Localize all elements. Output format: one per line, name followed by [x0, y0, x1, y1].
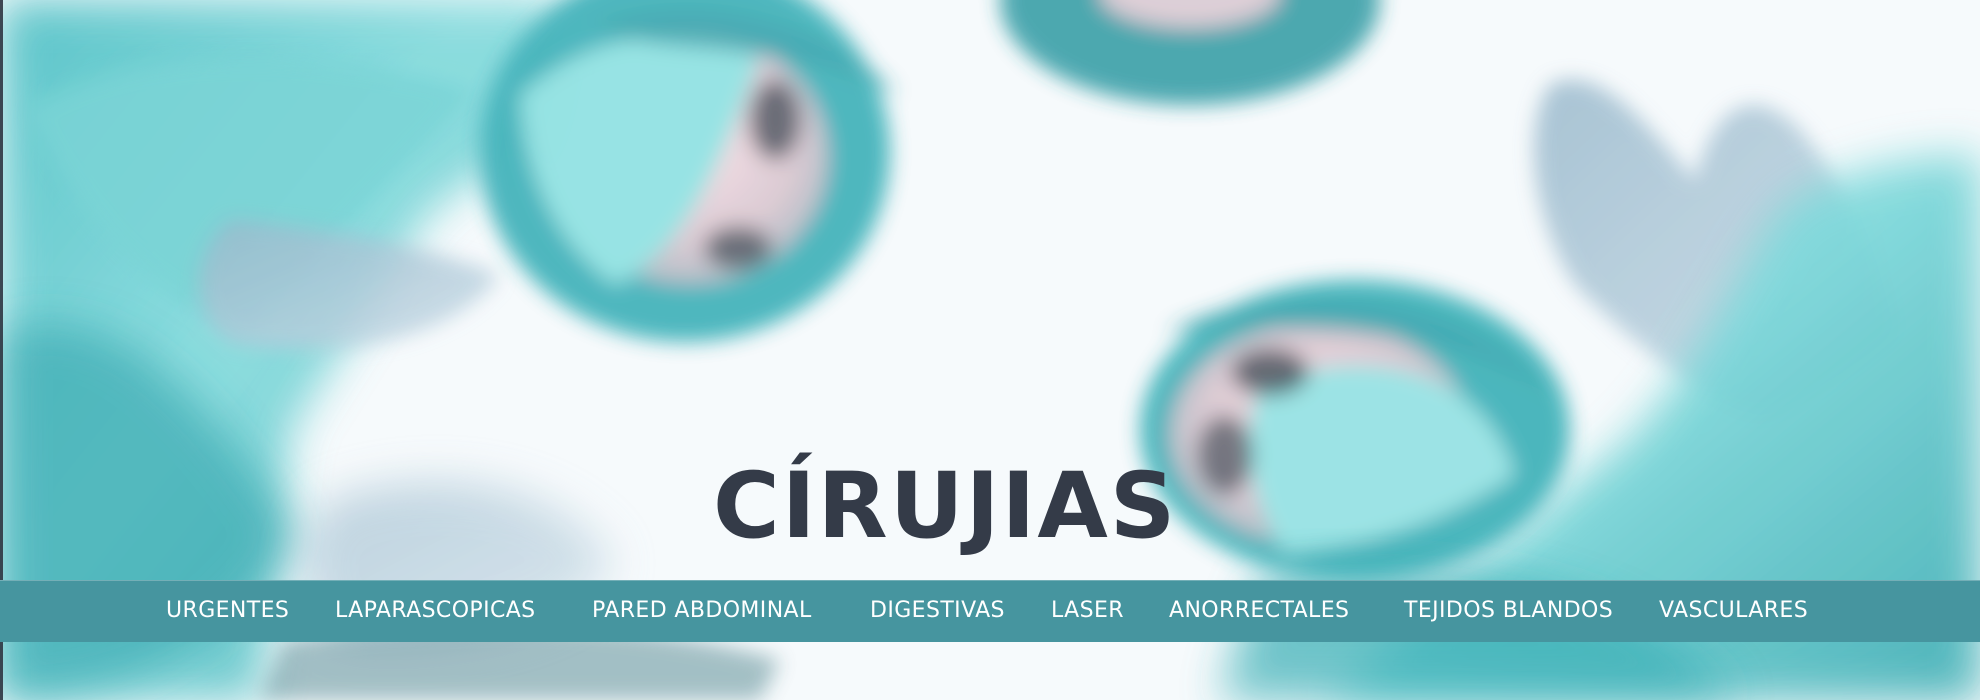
nav-item-laparascopicas[interactable]: LAPARASCOPICAS: [335, 580, 536, 642]
page-title: CÍRUJIAS: [713, 454, 1178, 559]
nav-item-digestivas[interactable]: DIGESTIVAS: [870, 580, 1005, 642]
surgery-category-nav: URGENTES LAPARASCOPICAS PARED ABDOMINAL …: [0, 580, 1980, 642]
nav-item-tejidos-blandos[interactable]: TEJIDOS BLANDOS: [1404, 580, 1613, 642]
nav-item-vasculares[interactable]: VASCULARES: [1659, 580, 1808, 642]
nav-item-anorrectales[interactable]: ANORRECTALES: [1169, 580, 1349, 642]
nav-item-pared-abdominal[interactable]: PARED ABDOMINAL: [592, 580, 812, 642]
nav-item-urgentes[interactable]: URGENTES: [166, 580, 289, 642]
nav-item-laser[interactable]: LASER: [1051, 580, 1124, 642]
